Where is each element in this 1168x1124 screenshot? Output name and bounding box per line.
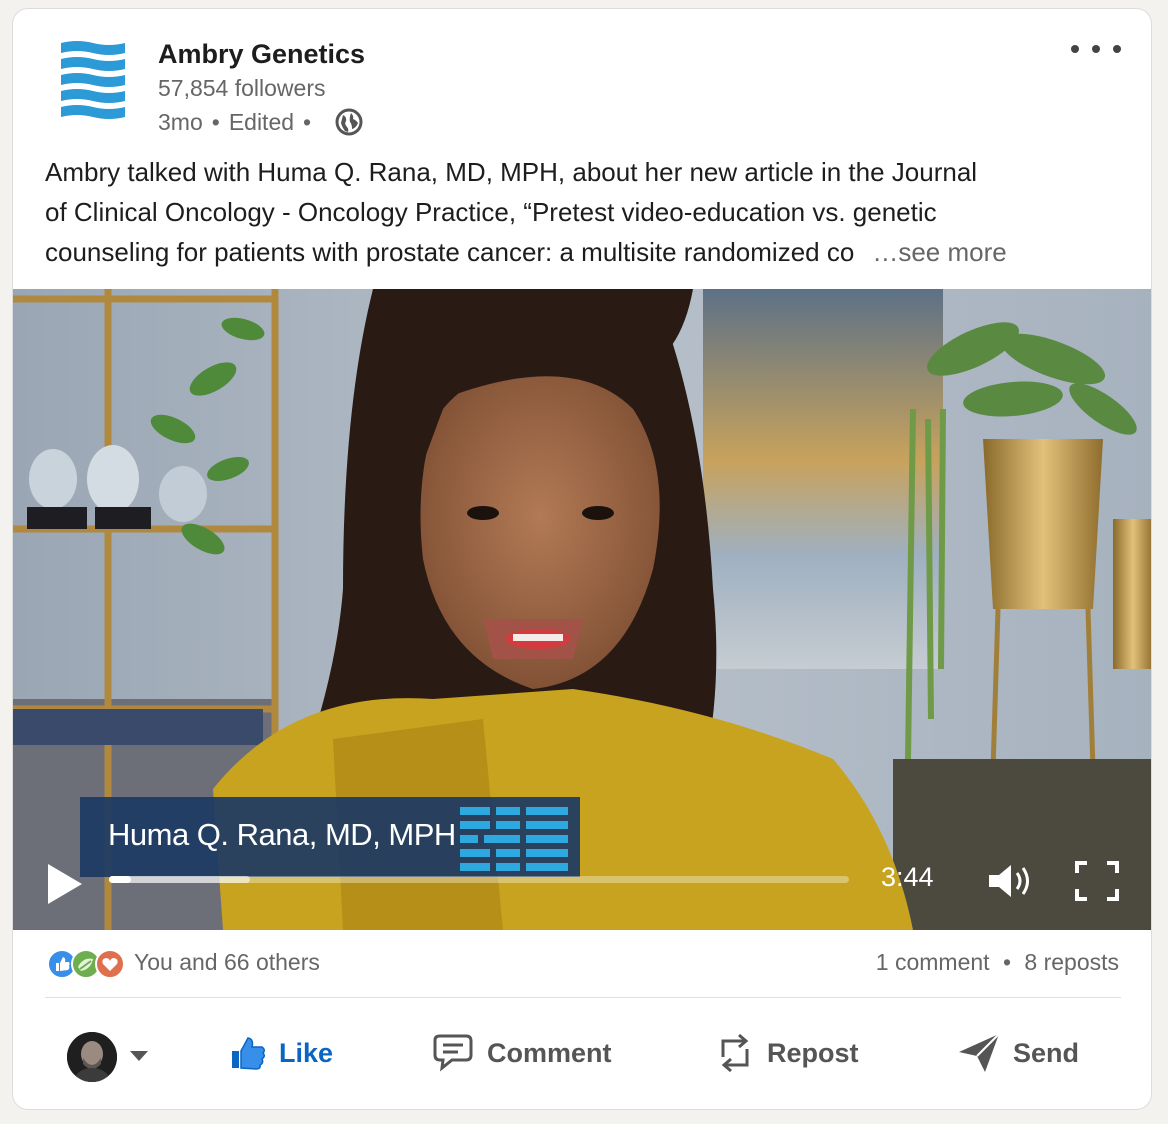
more-options-button[interactable] [1071,39,1121,59]
edited-label: Edited [228,108,295,135]
thumbs-up-icon [232,1037,266,1070]
video-player[interactable]: Huma Q. Rana, MD, MPH 3:44 [13,289,1151,930]
send-button[interactable]: Send [957,1028,1079,1078]
comment-button[interactable]: Comment [431,1028,612,1078]
comment-icon [433,1034,473,1072]
post-body-text: Ambry talked with Huma Q. Rana, MD, MPH,… [45,152,1123,272]
count-separator: • [1002,949,1011,975]
send-label: Send [1013,1037,1080,1068]
post-text-line: Ambry talked with Huma Q. Rana, MD, MPH,… [45,157,978,187]
repost-button[interactable]: Repost [715,1028,859,1078]
more-icon-dot [1113,45,1121,53]
video-progress-bar[interactable] [109,876,849,883]
post-age: 3mo [158,108,203,135]
video-controls: 3:44 [13,849,1151,930]
post-actions-bar: Like Comment Repost Send [13,1014,1151,1094]
like-label: Like [279,1037,334,1068]
like-button[interactable]: Like [229,1028,333,1078]
speaker-name: Huma Q. Rana, MD, MPH [108,817,456,852]
reaction-icons[interactable] [47,949,125,979]
fullscreen-icon[interactable] [1075,861,1119,901]
comment-count-link[interactable]: 1 comment [876,949,990,975]
post-header: Ambry Genetics 57,854 followers 3mo • Ed… [13,9,1151,159]
repost-count-link[interactable]: 8 reposts [1024,949,1119,975]
more-icon-dot [1071,45,1079,53]
social-counts-bar: You and 66 others 1 comment • 8 reposts [13,945,1151,985]
meta-separator: • [303,108,312,135]
chevron-down-icon[interactable] [129,1050,149,1062]
ambry-logo-icon[interactable] [61,39,125,125]
see-more-link[interactable]: …see more [872,232,1006,272]
love-reaction-icon [95,949,125,979]
engagement-counts: 1 comment • 8 reposts [876,949,1119,976]
volume-icon[interactable] [987,861,1033,901]
reactions-summary[interactable]: You and 66 others [134,949,320,976]
more-icon-dot [1092,45,1100,53]
globe-icon [335,108,363,136]
avatar[interactable] [67,1032,117,1082]
post-meta: 3mo • Edited • [158,107,364,137]
divider [45,997,1121,998]
post-text-line: counseling for patients with prostate ca… [45,237,855,267]
send-icon [959,1033,1000,1072]
comment-label: Comment [487,1037,612,1068]
avatar-image [67,1032,117,1082]
post-text-line-truncated: counseling for patients with prostate ca… [45,232,1123,272]
repost-icon [721,1033,749,1073]
repost-label: Repost [767,1037,859,1068]
progress-played [109,876,132,883]
meta-separator: • [211,108,220,135]
post-text-line: of Clinical Oncology - Oncology Practice… [45,197,937,227]
organization-name[interactable]: Ambry Genetics [158,39,365,70]
video-duration: 3:44 [881,862,934,892]
feed-post-card: Ambry Genetics 57,854 followers 3mo • Ed… [12,8,1152,1110]
play-icon[interactable] [45,861,85,907]
follower-count: 57,854 followers [158,75,326,101]
